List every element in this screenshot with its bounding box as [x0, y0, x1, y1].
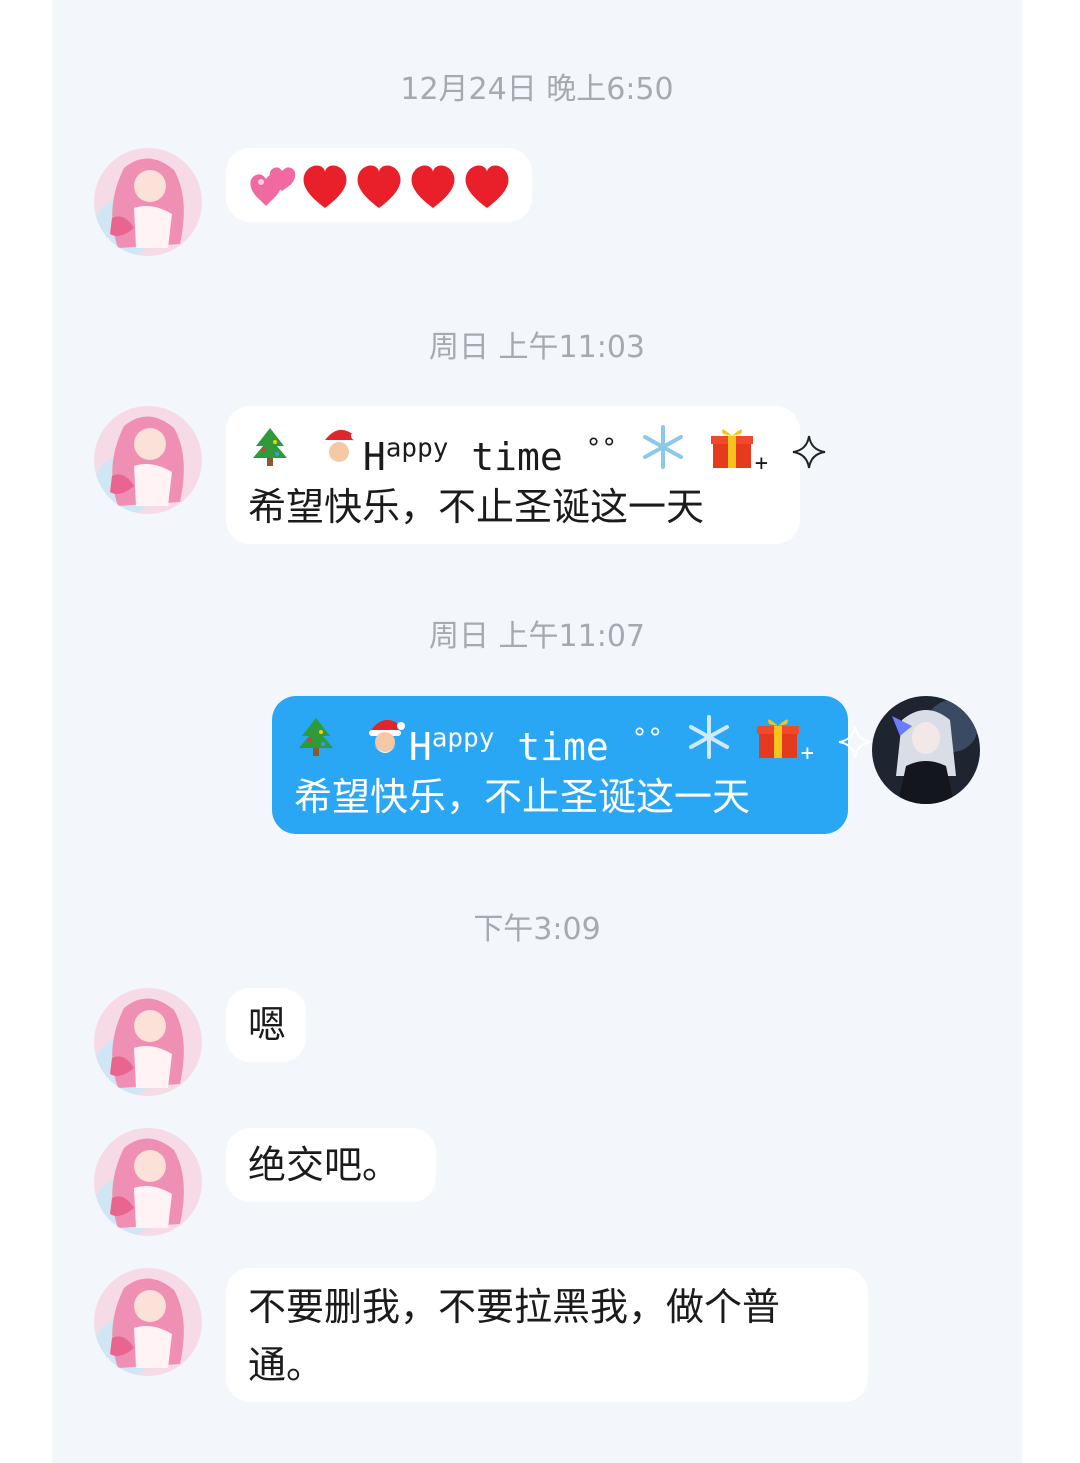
sparkle-icon — [838, 725, 872, 759]
contact-avatar[interactable] — [94, 148, 202, 256]
christmas-tree-icon — [299, 718, 333, 756]
timestamp: 下午3:09 — [473, 912, 601, 947]
santa-icon — [368, 719, 405, 753]
message-text: 希望快乐，不止圣诞这一天 — [294, 775, 751, 819]
red-heart-icon — [303, 165, 347, 208]
contact-avatar[interactable] — [94, 988, 202, 1096]
message-text: 不要删我，不要拉黑我，做个普 — [248, 1285, 781, 1329]
message-text: 绝交吧。 — [248, 1143, 401, 1187]
message-line: Happy time °° + — [294, 712, 873, 779]
message-bubble[interactable]: 不要删我，不要拉黑我，做个普 通。 — [226, 1268, 868, 1402]
message-bubble[interactable] — [226, 148, 532, 222]
red-heart-icon — [465, 165, 509, 208]
gift-icon — [710, 429, 753, 468]
christmas-tree-icon — [253, 428, 287, 466]
two-hearts-icon — [250, 167, 296, 206]
red-heart-icon — [411, 165, 455, 208]
gift-icon — [756, 719, 799, 758]
my-message-bubble[interactable]: Happy time °° + 希望快乐，不止圣诞这一天 — [272, 696, 872, 834]
sparkle-icon — [792, 435, 826, 469]
timestamp: 周日 上午11:07 — [429, 619, 645, 654]
message-line: Happy time °° + — [248, 422, 827, 489]
snowflake-icon — [688, 715, 729, 759]
message-text: 嗯 — [248, 1003, 287, 1047]
message-bubble[interactable]: Happy time °° + 希望快乐，不止圣诞这一天 — [226, 406, 826, 544]
hearts-row — [250, 165, 509, 208]
snowflake-icon — [642, 425, 683, 469]
message-text: 希望快乐，不止圣诞这一天 — [248, 485, 705, 529]
contact-avatar[interactable] — [94, 1128, 202, 1236]
message-bubble[interactable]: 嗯 — [226, 988, 306, 1062]
contact-avatar[interactable] — [94, 1268, 202, 1376]
my-avatar[interactable] — [872, 696, 980, 804]
red-heart-icon — [357, 165, 401, 208]
message-text: 通。 — [248, 1343, 325, 1387]
santa-icon — [322, 429, 359, 463]
timestamp: 周日 上午11:03 — [429, 330, 645, 365]
contact-avatar[interactable] — [94, 406, 202, 514]
message-bubble[interactable]: 绝交吧。 — [226, 1128, 436, 1202]
timestamp: 12月24日 晚上6:50 — [400, 72, 674, 107]
